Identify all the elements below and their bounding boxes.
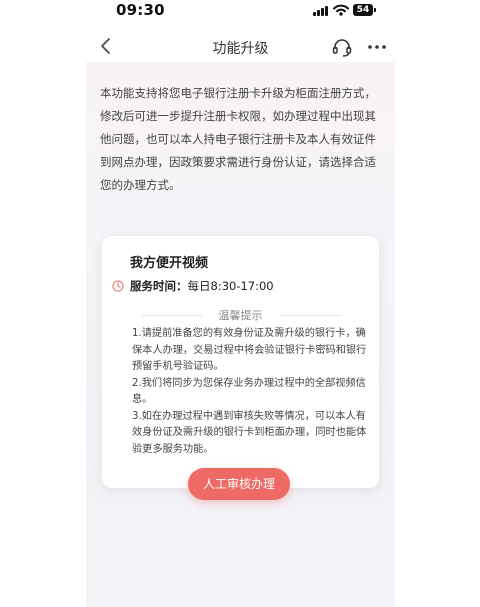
tip-item: 2.我们将同步为您保存业务办理过程中的全部视频信息。	[132, 377, 366, 406]
intro-text: 本功能支持将您电子银行注册卡升级为柜面注册方式，修改后可进一步提升注册卡权限，如…	[100, 86, 376, 192]
clock-icon	[112, 280, 124, 292]
service-time-label: 服务时间：	[130, 279, 188, 293]
service-time-value: 每日8:30-17:00	[187, 279, 274, 293]
headset-icon[interactable]	[331, 36, 353, 58]
service-time: 服务时间：每日8:30-17:00	[130, 278, 274, 294]
tip-item: 1.请提前准备您的有效身份证及需升级的银行卡，确保本人办理，交易过程中将会验证银…	[132, 328, 367, 372]
app-screen: 09:30 54 功能升级 本功能支持将您电子银行注册卡升级为柜面注册方式，修改…	[86, 0, 395, 607]
manual-review-button[interactable]: 人工审核办理	[188, 468, 290, 500]
video-option-card: 我方便开视频 服务时间：每日8:30-17:00 温馨提示 1.请提前准备您的有…	[102, 236, 379, 488]
signal-icon	[313, 6, 329, 16]
more-dots-icon[interactable]	[366, 36, 388, 58]
card-title: 我方便开视频	[130, 256, 209, 271]
nav-bar: 功能升级	[86, 30, 395, 64]
status-time: 09:30	[116, 1, 165, 19]
wifi-icon	[333, 4, 349, 16]
tip-item: 3.如在办理过程中遇到审核失败等情况，可以本人有效身份证及需升级的银行卡到柜面办…	[132, 410, 367, 455]
tips-divider-right	[280, 315, 340, 316]
tips-list: 1.请提前准备您的有效身份证及需升级的银行卡，确保本人办理，交易过程中将会验证银…	[132, 326, 368, 458]
status-bar: 09:30 54	[86, 0, 395, 22]
battery-icon: 54	[353, 4, 376, 16]
